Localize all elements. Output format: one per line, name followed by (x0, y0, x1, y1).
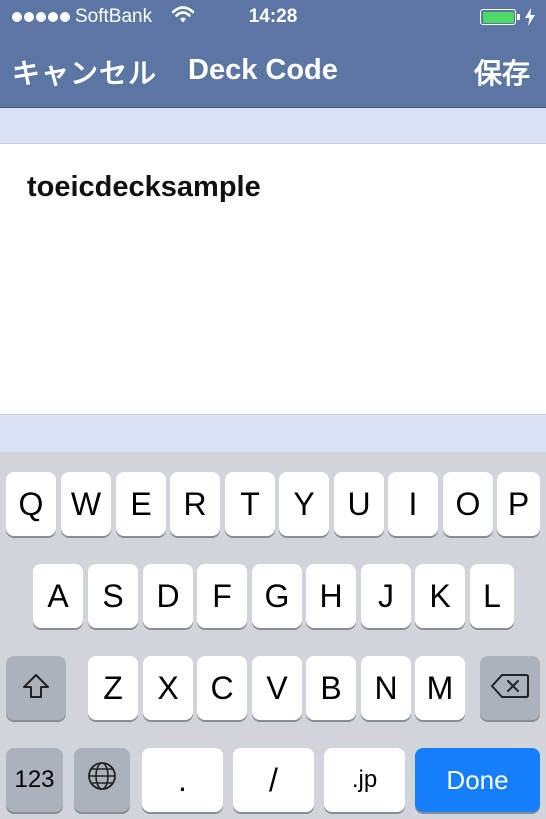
shift-key[interactable] (6, 656, 66, 720)
key-l[interactable]: L (470, 564, 514, 628)
key-n[interactable]: N (361, 656, 411, 720)
globe-icon (86, 760, 118, 800)
key-j[interactable]: J (361, 564, 411, 628)
shift-icon (22, 670, 50, 707)
key-v[interactable]: V (252, 656, 302, 720)
key-b[interactable]: B (306, 656, 356, 720)
charging-bolt-icon (525, 8, 535, 31)
key-p[interactable]: P (497, 472, 540, 536)
page-title: Deck Code (188, 54, 338, 86)
key-z[interactable]: Z (88, 656, 138, 720)
key-i[interactable]: I (388, 472, 438, 536)
delete-key[interactable] (480, 656, 540, 720)
jp-domain-key[interactable]: .jp (324, 748, 405, 812)
key-r[interactable]: R (170, 472, 220, 536)
key-e[interactable]: E (116, 472, 166, 536)
key-o[interactable]: O (443, 472, 493, 536)
key-x[interactable]: X (143, 656, 193, 720)
key-y[interactable]: Y (279, 472, 329, 536)
deck-code-value: toeicdecksample (27, 171, 261, 203)
status-bar: SoftBank 14:28 (0, 0, 546, 38)
key-w[interactable]: W (61, 472, 111, 536)
slash-key[interactable]: / (233, 748, 314, 812)
status-time: 14:28 (248, 6, 298, 27)
key-t[interactable]: T (225, 472, 275, 536)
key-d[interactable]: D (143, 564, 193, 628)
key-f[interactable]: F (197, 564, 247, 628)
battery-icon (480, 9, 516, 25)
key-q[interactable]: Q (6, 472, 56, 536)
section-separator-bottom (0, 415, 546, 452)
cancel-button[interactable]: キャンセル (12, 52, 157, 92)
done-button[interactable]: Done (415, 748, 540, 812)
key-s[interactable]: S (88, 564, 138, 628)
save-button[interactable]: 保存 (474, 52, 530, 92)
key-h[interactable]: H (306, 564, 356, 628)
navigation-bar: SoftBank 14:28 キャンセル Deck Code 保存 (0, 0, 546, 108)
period-key[interactable]: . (142, 748, 223, 812)
globe-key[interactable] (74, 748, 130, 812)
key-c[interactable]: C (197, 656, 247, 720)
backspace-icon (491, 670, 529, 707)
key-k[interactable]: K (415, 564, 465, 628)
battery-cap (517, 14, 520, 20)
section-separator-top (0, 108, 546, 144)
key-m[interactable]: M (415, 656, 465, 720)
numbers-key[interactable]: 123 (6, 748, 63, 812)
deck-code-text-area[interactable]: toeicdecksample (0, 144, 546, 415)
key-g[interactable]: G (252, 564, 302, 628)
key-a[interactable]: A (33, 564, 83, 628)
keyboard: Q W E R T Y U I O P A S D F G H J K L Z … (0, 452, 546, 819)
key-u[interactable]: U (334, 472, 384, 536)
